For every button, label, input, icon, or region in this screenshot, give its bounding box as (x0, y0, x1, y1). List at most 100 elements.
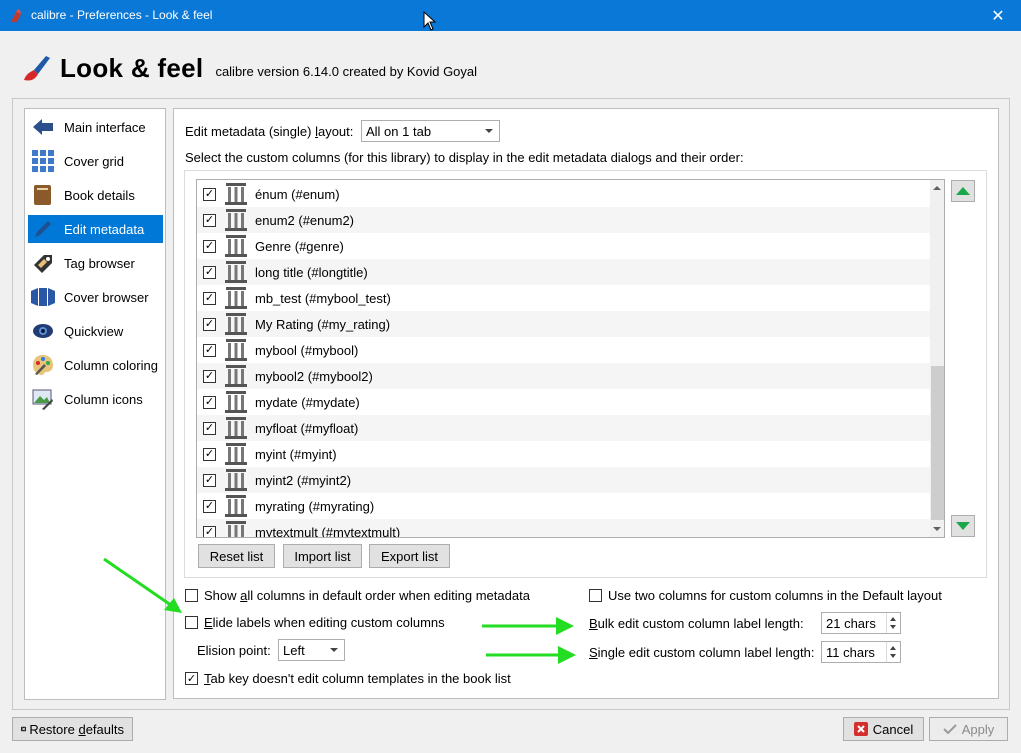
column-icon (225, 183, 247, 205)
single-length-spinbox[interactable]: 11 chars (821, 641, 901, 663)
list-item[interactable]: ✓ myint2 (#myint2) (197, 467, 930, 493)
list-item[interactable]: ✓ My Rating (#my_rating) (197, 311, 930, 337)
two-columns-checkbox[interactable]: Use two columns for custom columns in th… (589, 588, 942, 603)
version-text: calibre version 6.14.0 created by Kovid … (215, 63, 478, 79)
column-icon (225, 443, 247, 465)
tab-key-label: Tab key doesn't edit column templates in… (204, 671, 511, 686)
annotation-arrow-icon (482, 617, 574, 635)
spin-arrows[interactable] (886, 642, 900, 662)
layout-label: Edit metadata (single) layout: (185, 124, 354, 139)
page-title: Look & feel (60, 52, 204, 83)
close-icon: ✕ (991, 7, 1005, 25)
export-list-button[interactable]: Export list (369, 544, 450, 568)
column-label: myfloat (#myfloat) (255, 420, 359, 436)
restore-defaults-button[interactable]: Restore defaults (12, 717, 133, 741)
palette-icon (31, 353, 55, 377)
checkbox-box[interactable] (589, 589, 602, 602)
column-checkbox[interactable]: ✓ (203, 499, 216, 513)
sidebar-item-column-coloring[interactable]: Column coloring (28, 351, 163, 379)
annotation-arrow-icon (103, 557, 182, 613)
list-item[interactable]: ✓ mybool2 (#mybool2) (197, 363, 930, 389)
arrow-down-icon (956, 522, 970, 530)
book-icon (31, 183, 55, 207)
move-down-button[interactable] (951, 515, 975, 537)
column-checkbox[interactable]: ✓ (203, 265, 216, 279)
column-icon (225, 209, 247, 231)
list-item[interactable]: ✓ mybool (#mybool) (197, 337, 930, 363)
column-label: long title (#longtitle) (255, 264, 368, 280)
column-checkbox[interactable]: ✓ (203, 421, 216, 435)
list-item[interactable]: ✓ énum (#enum) (197, 181, 930, 207)
column-checkbox[interactable]: ✓ (203, 369, 216, 383)
column-icon (225, 495, 247, 517)
column-checkbox[interactable]: ✓ (203, 473, 216, 487)
sidebar-item-label: Column icons (64, 391, 143, 407)
sidebar-item-column-icons[interactable]: Column icons (28, 385, 163, 413)
list-item[interactable]: ✓ mytextmult (#mytextmult) (197, 519, 930, 538)
scrollbar-thumb[interactable] (931, 366, 944, 520)
column-label: myint2 (#myint2) (255, 472, 352, 488)
sidebar-item-edit-metadata[interactable]: Edit metadata (28, 215, 163, 243)
reset-list-button[interactable]: Reset list (198, 544, 275, 568)
elide-labels-checkbox[interactable]: Elide labels when editing custom columns (185, 615, 445, 630)
move-up-button[interactable] (951, 180, 975, 202)
sidebar-item-quickview[interactable]: Quickview (28, 317, 163, 345)
column-checkbox[interactable]: ✓ (203, 343, 216, 357)
list-item[interactable]: ✓ mb_test (#mybool_test) (197, 285, 930, 311)
list-item[interactable]: ✓ myfloat (#myfloat) (197, 415, 930, 441)
list-item[interactable]: ✓ mydate (#mydate) (197, 389, 930, 415)
import-list-button[interactable]: Import list (283, 544, 362, 568)
calibre-app-icon (11, 9, 21, 22)
undo-icon (21, 726, 27, 732)
column-checkbox[interactable]: ✓ (203, 525, 216, 537)
column-label: mb_test (#mybool_test) (255, 290, 391, 306)
column-checkbox[interactable]: ✓ (203, 291, 216, 305)
spin-arrows[interactable] (886, 613, 900, 633)
cancel-label: Cancel (872, 721, 914, 737)
column-icon (225, 313, 247, 335)
column-checkbox[interactable]: ✓ (203, 239, 216, 253)
sidebar-item-book-details[interactable]: Book details (28, 181, 163, 209)
tag-icon (31, 251, 55, 275)
elision-point-label: Elision point: (197, 643, 271, 658)
cancel-icon (853, 722, 868, 736)
show-all-columns-checkbox[interactable]: Show all columns in default order when e… (185, 588, 530, 603)
list-item[interactable]: ✓ myint (#myint) (197, 441, 930, 467)
list-item[interactable]: ✓ enum2 (#enum2) (197, 207, 930, 233)
sidebar-item-label: Main interface (64, 119, 146, 135)
list-item[interactable]: ✓ long title (#longtitle) (197, 259, 930, 285)
apply-label: Apply (961, 721, 995, 737)
scroll-down-icon[interactable] (933, 527, 941, 531)
sidebar-item-main-interface[interactable]: Main interface (28, 113, 163, 141)
column-checkbox[interactable]: ✓ (203, 213, 216, 227)
column-label: mytextmult (#mytextmult) (255, 524, 401, 538)
sidebar-item-cover-grid[interactable]: Cover grid (28, 147, 163, 175)
custom-columns-list[interactable]: ✓ énum (#enum) ✓ enum2 (#enum2) ✓ Genre (#gen… (196, 179, 945, 538)
layout-select[interactable]: All on 1 tab (361, 120, 500, 142)
sidebar-item-tag-browser[interactable]: Tag browser (28, 249, 163, 277)
image-icon (31, 387, 55, 411)
column-icon (225, 261, 247, 283)
tab-key-checkbox[interactable]: ✓ Tab key doesn't edit column templates … (185, 671, 511, 686)
list-item[interactable]: ✓ myrating (#myrating) (197, 493, 930, 519)
cancel-button[interactable]: Cancel (843, 717, 924, 741)
column-checkbox[interactable]: ✓ (203, 317, 216, 331)
column-icon (225, 469, 247, 491)
scroll-up-icon[interactable] (933, 186, 941, 190)
apply-button[interactable]: Apply (929, 717, 1008, 741)
cover-browser-icon (31, 285, 55, 309)
bulk-length-spinbox[interactable]: 21 chars (821, 612, 901, 634)
close-window-button[interactable]: ✕ (975, 0, 1021, 31)
list-item[interactable]: ✓ Genre (#genre) (197, 233, 930, 259)
bulk-length-label: Bulk edit custom column label length: (589, 616, 804, 631)
column-icon (225, 365, 247, 387)
chevron-down-icon (485, 129, 493, 133)
checkbox-box[interactable]: ✓ (185, 672, 198, 685)
sidebar-item-cover-browser[interactable]: Cover browser (28, 283, 163, 311)
elision-point-select[interactable]: Left (278, 639, 345, 661)
column-checkbox[interactable]: ✓ (203, 447, 216, 461)
column-checkbox[interactable]: ✓ (203, 187, 216, 201)
list-scrollbar[interactable] (930, 180, 944, 537)
column-checkbox[interactable]: ✓ (203, 395, 216, 409)
two-columns-label: Use two columns for custom columns in th… (608, 588, 942, 603)
